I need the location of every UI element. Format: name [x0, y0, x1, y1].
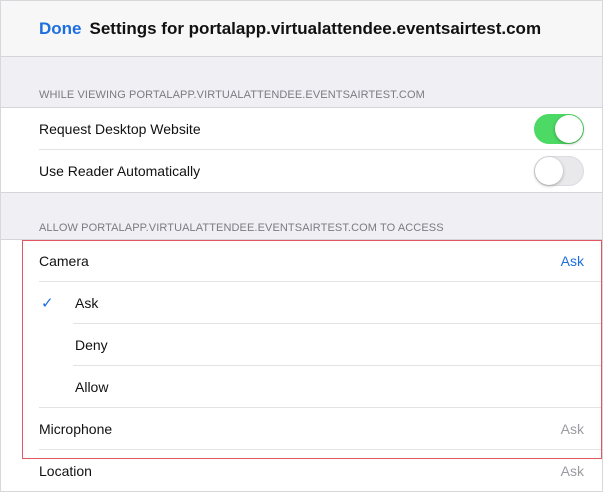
toggle-knob — [555, 115, 583, 143]
use-reader-automatically-row[interactable]: Use Reader Automatically — [1, 150, 602, 192]
microphone-value: Ask — [560, 421, 584, 437]
page-title: Settings for portalapp.virtualattendee.e… — [89, 18, 542, 38]
camera-option-label: Deny — [75, 337, 108, 353]
camera-option-deny[interactable]: Deny — [1, 324, 602, 366]
navigation-bar: Done Settings for portalapp.virtualatten… — [1, 1, 602, 57]
camera-option-label: Allow — [75, 379, 109, 395]
request-desktop-website-toggle[interactable] — [534, 114, 584, 144]
camera-value: Ask — [560, 253, 584, 269]
camera-row[interactable]: Camera Ask — [1, 240, 602, 282]
camera-label: Camera — [39, 253, 89, 269]
microphone-label: Microphone — [39, 421, 113, 437]
settings-window: Done Settings for portalapp.virtualatten… — [0, 0, 603, 492]
checkmark-icon: ✓ — [41, 295, 54, 312]
request-desktop-website-label: Request Desktop Website — [39, 121, 201, 137]
microphone-row[interactable]: Microphone Ask — [1, 408, 602, 450]
viewing-section-header: WHILE VIEWING PORTALAPP.VIRTUALATTENDEE.… — [39, 89, 425, 101]
camera-option-allow[interactable]: Allow — [1, 366, 602, 408]
location-label: Location — [39, 463, 92, 479]
camera-option-label: Ask — [75, 295, 99, 311]
access-settings-group: Camera Ask ✓ Ask Deny Allow Microphone A… — [1, 239, 602, 491]
use-reader-automatically-label: Use Reader Automatically — [39, 163, 201, 179]
done-button[interactable]: Done — [39, 19, 82, 39]
access-section-header: ALLOW PORTALAPP.VIRTUALATTENDEE.EVENTSAI… — [39, 222, 444, 234]
location-value: Ask — [560, 463, 584, 479]
location-row[interactable]: Location Ask — [1, 450, 602, 491]
toggle-knob — [535, 157, 563, 185]
viewing-settings-group: Request Desktop Website Use Reader Autom… — [1, 107, 602, 193]
request-desktop-website-row[interactable]: Request Desktop Website — [1, 108, 602, 150]
use-reader-automatically-toggle[interactable] — [534, 156, 584, 186]
camera-option-ask[interactable]: ✓ Ask — [1, 282, 602, 324]
